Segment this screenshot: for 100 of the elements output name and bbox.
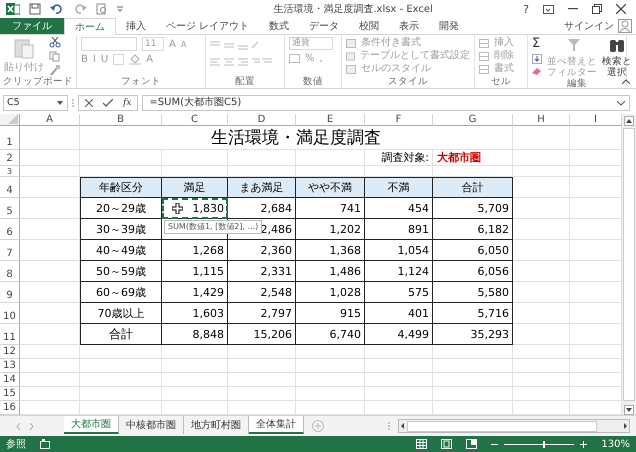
sheet-tab[interactable]: 全体集計	[249, 416, 304, 434]
ribbon-tab[interactable]: 挿入	[116, 18, 156, 34]
empty-cell[interactable]	[20, 126, 80, 150]
check-icon[interactable]	[103, 99, 113, 107]
column-header[interactable]: B	[80, 114, 162, 126]
sign-in-link[interactable]: サインイン	[564, 18, 618, 34]
empty-cell[interactable]	[433, 387, 513, 401]
fill-bucket-icon[interactable]	[129, 54, 142, 65]
row-number[interactable]: 5	[0, 198, 20, 219]
cancel-icon[interactable]	[85, 99, 93, 107]
column-header[interactable]: F	[365, 114, 433, 126]
zoom-level[interactable]: 130%	[601, 438, 630, 450]
empty-cell[interactable]	[228, 373, 296, 387]
empty-cell[interactable]	[20, 166, 80, 177]
name-box[interactable]: C5	[3, 95, 68, 111]
empty-cell[interactable]	[20, 359, 80, 373]
page-layout-icon[interactable]	[441, 439, 452, 449]
empty-cell[interactable]	[20, 345, 80, 359]
collapse-ribbon-icon[interactable]	[622, 79, 630, 84]
empty-cell[interactable]	[162, 373, 228, 387]
row-number[interactable]: 4	[0, 177, 20, 198]
binoculars-icon[interactable]	[609, 37, 625, 53]
empty-cell[interactable]	[20, 324, 80, 345]
empty-cell[interactable]	[20, 261, 80, 282]
undo-icon[interactable]	[50, 3, 64, 15]
row-number[interactable]: 12	[0, 345, 20, 359]
select-all-button[interactable]	[0, 114, 20, 126]
empty-cell[interactable]	[228, 359, 296, 373]
empty-cell[interactable]	[296, 373, 365, 387]
column-header[interactable]: I	[570, 114, 622, 126]
normal-view-icon[interactable]	[416, 439, 428, 449]
row-number[interactable]: 8	[0, 261, 20, 282]
vertical-align-icon[interactable]	[210, 40, 260, 50]
empty-cell[interactable]	[513, 198, 570, 219]
empty-cell[interactable]	[228, 387, 296, 401]
ribbon-tab[interactable]: 表示	[389, 18, 430, 34]
empty-cell[interactable]	[296, 345, 365, 359]
empty-cell[interactable]	[162, 345, 228, 359]
empty-cell[interactable]	[20, 282, 80, 303]
column-header[interactable]: E	[296, 114, 365, 126]
row-number[interactable]: 6	[0, 219, 20, 240]
row-number[interactable]: 11	[0, 324, 20, 345]
paste-icon[interactable]	[14, 37, 34, 59]
column-header[interactable]: A	[20, 114, 80, 126]
border-icon[interactable]	[113, 54, 124, 65]
empty-cell[interactable]	[228, 149, 296, 166]
empty-cell[interactable]	[20, 198, 80, 219]
empty-cell[interactable]	[513, 149, 570, 166]
ribbon-tab[interactable]: 数式	[259, 18, 300, 34]
title-cell[interactable]: 生活環境・満足度調査	[80, 126, 513, 150]
empty-cell[interactable]	[296, 387, 365, 401]
minimize-icon[interactable]	[568, 8, 578, 10]
close-icon[interactable]	[616, 4, 626, 14]
row-number[interactable]: 10	[0, 303, 20, 324]
column-header[interactable]: H	[513, 114, 570, 126]
redo-icon[interactable]	[73, 3, 87, 15]
empty-cell[interactable]	[365, 387, 433, 401]
empty-cell[interactable]	[433, 373, 513, 387]
previous-sheet-icon[interactable]	[16, 422, 21, 430]
macro-record-icon[interactable]	[40, 439, 50, 449]
scroll-thumb[interactable]	[623, 128, 635, 401]
scroll-thumb[interactable]	[407, 420, 597, 432]
customize-caret-icon[interactable]	[117, 6, 123, 12]
restore-icon[interactable]	[592, 4, 602, 14]
empty-cell[interactable]	[20, 387, 80, 401]
scroll-right-icon[interactable]	[621, 421, 629, 431]
empty-cell[interactable]	[513, 345, 570, 359]
ribbon-tab[interactable]: ホーム	[64, 18, 116, 35]
page-break-icon[interactable]	[466, 439, 478, 449]
empty-cell[interactable]	[513, 126, 570, 150]
eraser-icon[interactable]	[532, 67, 542, 75]
empty-cell[interactable]	[513, 324, 570, 345]
empty-cell[interactable]	[513, 166, 570, 177]
empty-cell[interactable]	[20, 240, 80, 261]
column-header[interactable]: D	[228, 114, 296, 126]
row-number[interactable]: 9	[0, 282, 20, 303]
user-avatar-icon[interactable]	[618, 19, 632, 33]
row-number[interactable]: 1	[0, 126, 20, 150]
empty-cell[interactable]	[513, 261, 570, 282]
empty-cell[interactable]	[80, 387, 162, 401]
empty-cell[interactable]	[365, 373, 433, 387]
subject-value[interactable]: 大都市圏	[433, 149, 513, 166]
row-number[interactable]: 14	[0, 373, 20, 387]
row-number[interactable]: 2	[0, 149, 20, 166]
empty-cell[interactable]	[228, 345, 296, 359]
horizontal-scrollbar[interactable]	[398, 419, 630, 433]
empty-cell[interactable]	[80, 359, 162, 373]
row-number[interactable]: 7	[0, 240, 20, 261]
column-header[interactable]: G	[433, 114, 513, 126]
autosum-button[interactable]: Σ	[532, 37, 542, 51]
zoom-in-icon[interactable]	[580, 440, 588, 448]
column-header[interactable]: C	[162, 114, 228, 126]
empty-cell[interactable]	[513, 387, 570, 401]
empty-cell[interactable]	[365, 359, 433, 373]
help-button[interactable]: ?	[523, 2, 529, 16]
empty-cell[interactable]	[513, 282, 570, 303]
empty-cell[interactable]	[20, 303, 80, 324]
fill-down-icon[interactable]	[532, 54, 542, 64]
empty-cell[interactable]	[20, 219, 80, 240]
vertical-scrollbar[interactable]	[622, 114, 636, 415]
